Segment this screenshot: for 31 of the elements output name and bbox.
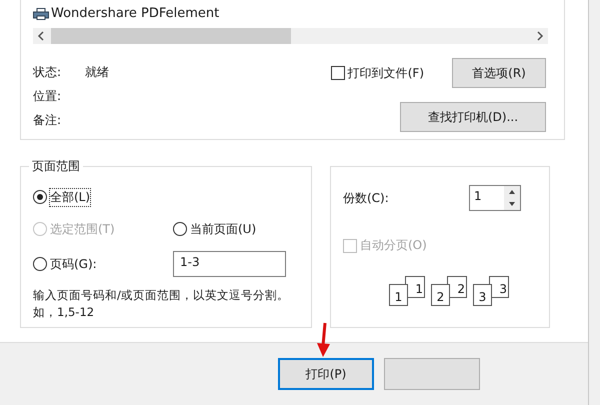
horizontal-scrollbar[interactable] xyxy=(33,28,548,44)
hint-text: 输入页面号码和/或页面范围，以英文逗号分割。如，1,5-12 xyxy=(33,287,290,321)
spin-down-icon[interactable] xyxy=(508,201,516,207)
annotation-arrow xyxy=(316,322,332,358)
radio-button[interactable] xyxy=(173,222,187,236)
copies-spinner[interactable]: 1 xyxy=(469,185,521,211)
scroll-right-icon[interactable] xyxy=(536,31,544,41)
radio-button[interactable] xyxy=(33,257,47,271)
checkbox-label: 打印到文件(F) xyxy=(348,64,424,82)
scroll-left-icon[interactable] xyxy=(37,31,45,41)
printer-name[interactable]: Wondershare PDFelement xyxy=(51,6,220,22)
print-button[interactable]: 打印(P) xyxy=(278,358,374,390)
checkbox[interactable] xyxy=(330,66,345,80)
info-label: 备注: xyxy=(33,112,62,128)
radio-label: 全部(L) xyxy=(50,188,90,206)
scrollbar-thumb[interactable] xyxy=(51,28,291,44)
radio-label: 页码(G): xyxy=(50,256,97,272)
spin-up-icon[interactable] xyxy=(508,189,516,195)
checkbox-label: 自动分页(O) xyxy=(360,237,427,254)
radio-label: 当前页面(U) xyxy=(190,220,256,238)
group-title: 页面范围 xyxy=(29,158,83,175)
info-label: 状态: xyxy=(33,64,62,80)
printer-icon xyxy=(33,8,49,20)
preferences-button[interactable]: 首选项(R) xyxy=(452,58,546,88)
info-value: 就绪 xyxy=(85,64,109,80)
copies-label: 份数(C): xyxy=(343,190,389,206)
radio-label: 选定范围(T) xyxy=(50,220,115,238)
find-printer-button[interactable]: 查找打印机(D)... xyxy=(400,102,546,132)
radio-button[interactable] xyxy=(33,190,47,204)
info-label: 位置: xyxy=(33,88,62,104)
pages-input-field[interactable]: 1-3 xyxy=(173,251,286,277)
